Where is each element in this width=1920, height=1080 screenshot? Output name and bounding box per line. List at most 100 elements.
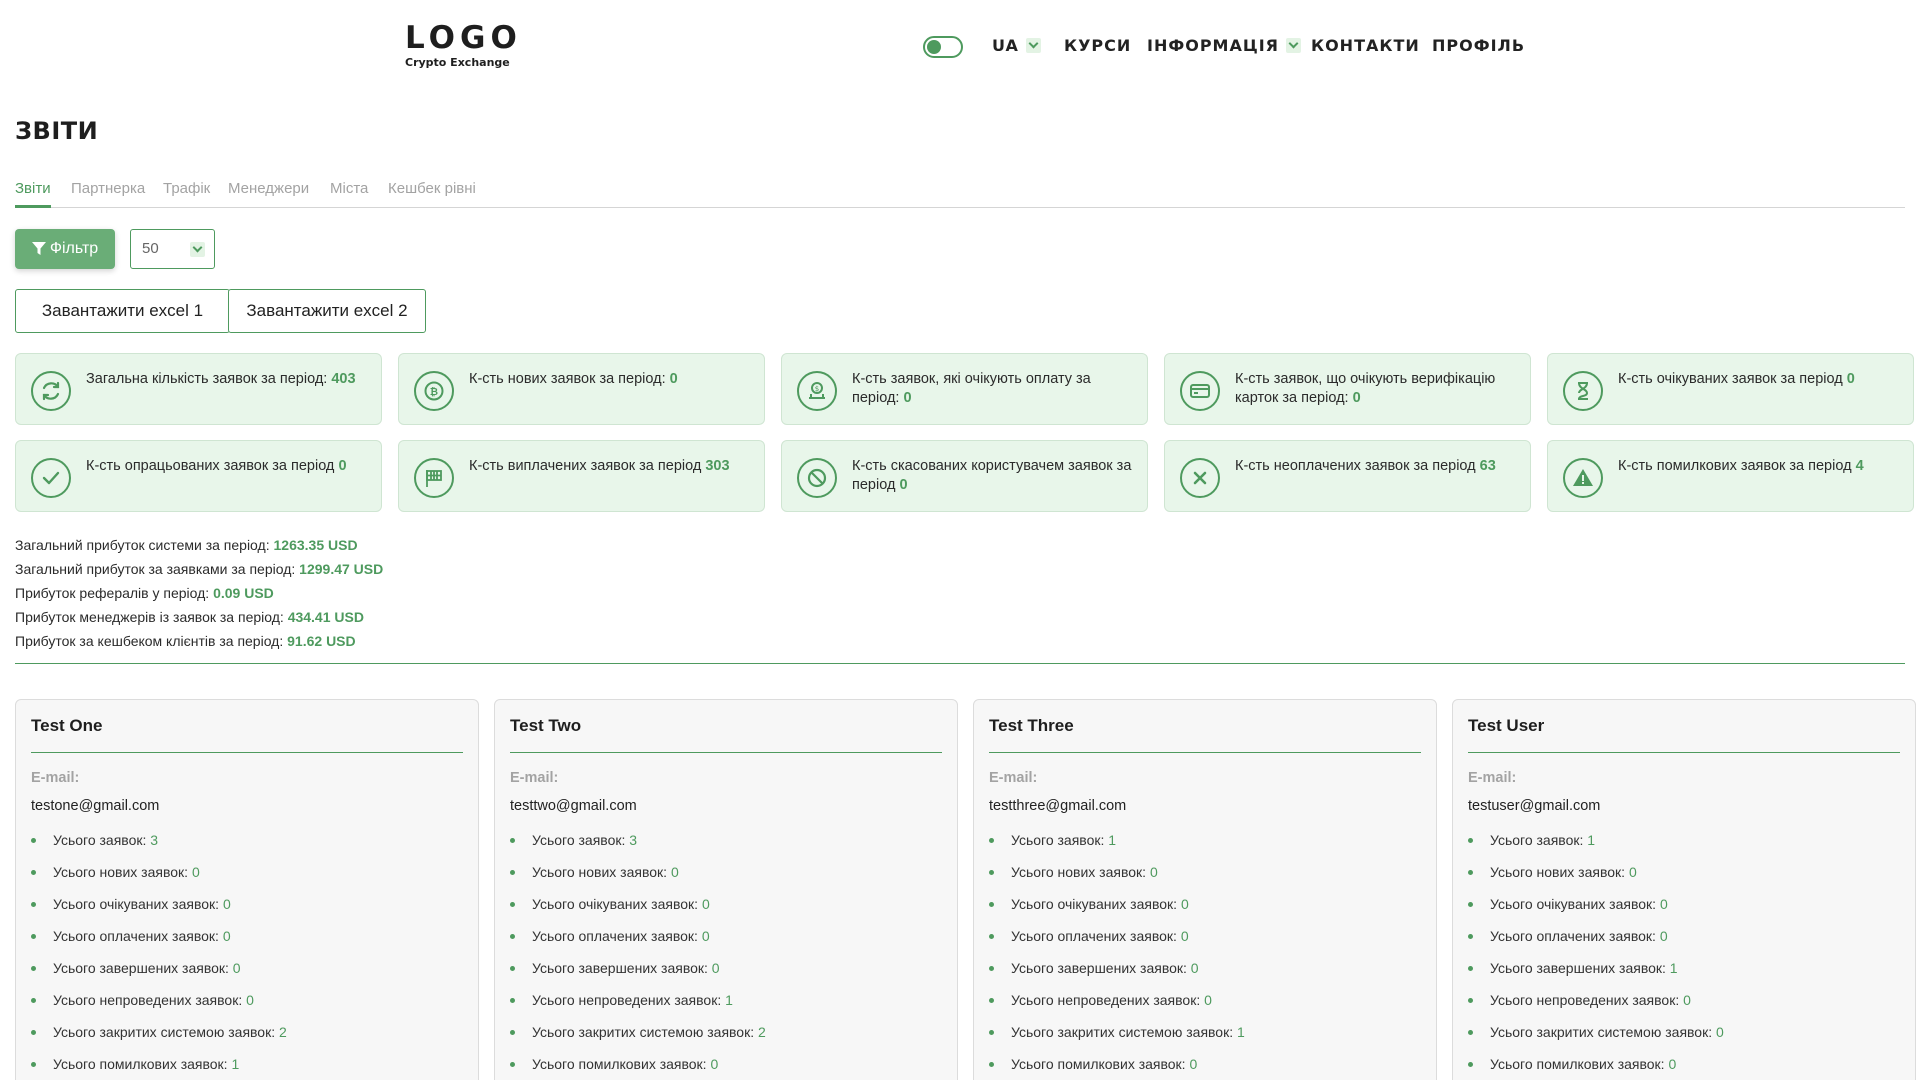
stat-value: 0 [701,928,710,944]
stat-label: Усього очікуваних заявок: [532,896,699,912]
per-page-value: 50 [142,240,159,257]
check-icon [31,458,71,498]
stat-label: Усього заявок: [532,832,626,848]
profit-value: 1263.35 USD [273,537,358,553]
stat-value: 0 [222,896,231,912]
stat-text: К-сть виплачених заявок за період 303 [469,457,754,476]
stat-card-cancelled: К-сть скасованих користувачем заявок за … [781,440,1148,512]
list-item: Усього оплачених заявок: 0 [510,920,766,952]
list-item: Усього закритих системою заявок: 0 [1468,1016,1724,1048]
nav-profile[interactable]: ПРОФІЛЬ [1432,36,1525,55]
profit-value: 434.41 USD [287,609,364,625]
manager-card: Test Two E-mail: testtwo@gmail.com Усьог… [494,699,958,1080]
stat-value: 0 [1846,371,1855,387]
stat-label: Усього оплачених заявок: [53,928,219,944]
tab-cashback-levels[interactable]: Кешбек рівні [388,180,476,208]
tab-partners[interactable]: Партнерка [71,180,145,208]
stat-label: К-сть заявок, що очікують верифікацію ка… [1235,371,1496,406]
logo-title: LOGO [405,20,522,56]
warning-icon [1563,458,1603,498]
stat-card-card-verification: К-сть заявок, що очікують верифікацію ка… [1164,353,1531,425]
list-item: Усього закритих системою заявок: 1 [989,1016,1245,1048]
stat-value: 0 [1189,1056,1198,1072]
logo[interactable]: LOGO Crypto Exchange [405,22,522,69]
download-excel-1-button[interactable]: Завантажити excel 1 [15,289,230,333]
profit-value: 0.09 USD [213,585,274,601]
stat-text: К-сть очікуваних заявок за період 0 [1618,370,1903,389]
stat-label: Усього непроведених заявок: [1011,992,1201,1008]
stat-text: К-сть заявок, які очікують оплату за пер… [852,370,1137,408]
profit-value: 1299.47 USD [299,561,384,577]
stat-value: 0 [1683,992,1691,1008]
stat-value: 0 [1204,992,1212,1008]
list-item: Усього непроведених заявок: 0 [989,984,1245,1016]
filter-button[interactable]: Фільтр [15,229,115,269]
manager-email: testtwo@gmail.com [510,798,637,814]
nav-information[interactable]: ІНФОРМАЦІЯ [1147,36,1301,55]
tab-managers[interactable]: Менеджери [228,180,309,208]
stat-value: 0 [670,864,679,880]
manager-card: Test One E-mail: testone@gmail.com Усьог… [15,699,479,1080]
nav-courses[interactable]: КУРСИ [1064,36,1131,55]
stat-value: 303 [705,458,730,474]
page-title: ЗВІТИ [15,117,99,145]
list-item: Усього заявок: 1 [989,824,1245,856]
chevron-down-icon [190,242,205,257]
stat-value: 2 [758,1024,766,1040]
stat-value: 1 [1587,832,1596,848]
stat-value: 0 [1659,928,1668,944]
list-item: Усього завершених заявок: 0 [989,952,1245,984]
list-item: Усього помилкових заявок: 0 [1468,1048,1724,1080]
list-item: Усього завершених заявок: 0 [510,952,766,984]
tab-cities[interactable]: Міста [330,180,368,208]
stat-value: 0 [1668,1056,1677,1072]
stat-label: Усього завершених заявок: [1011,960,1187,976]
list-item: Усього заявок: 1 [1468,824,1724,856]
stat-label: Усього завершених заявок: [532,960,708,976]
list-item: Усього непроведених заявок: 0 [31,984,287,1016]
stat-label: К-сть нових заявок за період: [469,371,666,387]
stat-text: К-сть скасованих користувачем заявок за … [852,457,1137,495]
profit-managers: Прибуток менеджерів із заявок за період:… [15,605,383,629]
stat-value: 1 [1669,960,1678,976]
theme-toggle[interactable] [923,36,963,58]
manager-name: Test Three [989,716,1074,735]
top-header: LOGO Crypto Exchange UA КУРСИ ІНФОРМАЦІЯ… [0,0,1920,95]
stat-label: Усього помилкових заявок: [1490,1056,1665,1072]
stat-text: К-сть нових заявок за період: 0 [469,370,754,389]
section-divider [15,663,1905,664]
list-item: Усього помилкових заявок: 1 [31,1048,287,1080]
stat-label: К-сть скасованих користувачем заявок за … [852,458,1132,493]
tab-reports[interactable]: Звіти [15,180,51,208]
profit-label: Прибуток за кешбеком клієнтів за період: [15,633,284,649]
stat-text: К-сть неоплачених заявок за період 63 [1235,457,1520,476]
language-select[interactable]: UA [992,36,1041,55]
manager-card: Test User E-mail: testuser@gmail.com Усь… [1452,699,1916,1080]
stat-value: 0 [1149,864,1158,880]
stat-value: 0 [1628,864,1637,880]
stat-card-pending: К-сть очікуваних заявок за період 0 [1547,353,1914,425]
stat-label: К-сть виплачених заявок за період [469,458,702,474]
list-item: Усього завершених заявок: 1 [1468,952,1724,984]
stat-value: 0 [338,458,347,474]
manager-divider [1468,752,1900,753]
email-label: E-mail: [31,770,80,786]
list-item: Усього закритих системою заявок: 2 [510,1016,766,1048]
download-excel-2-button[interactable]: Завантажити excel 2 [228,289,426,333]
stat-label: Усього закритих системою заявок: [1011,1024,1234,1040]
stat-value: 403 [331,371,356,387]
list-item: Усього нових заявок: 0 [1468,856,1724,888]
stat-label: Усього заявок: [1490,832,1584,848]
stat-value: 3 [150,832,159,848]
stat-label: Усього оплачених заявок: [1011,928,1177,944]
nav-contacts[interactable]: КОНТАКТИ [1311,36,1420,55]
stat-value: 63 [1479,458,1496,474]
tab-traffic[interactable]: Трафік [163,180,210,208]
stat-label: Загальна кількість заявок за період: [86,371,328,387]
stat-label: Усього очікуваних заявок: [53,896,220,912]
list-item: Усього закритих системою заявок: 2 [31,1016,287,1048]
toggle-knob [927,40,941,54]
list-item: Усього очікуваних заявок: 0 [1468,888,1724,920]
per-page-select[interactable]: 50 [130,229,215,269]
profit-summary: Загальний прибуток системи за період: 12… [15,533,383,653]
